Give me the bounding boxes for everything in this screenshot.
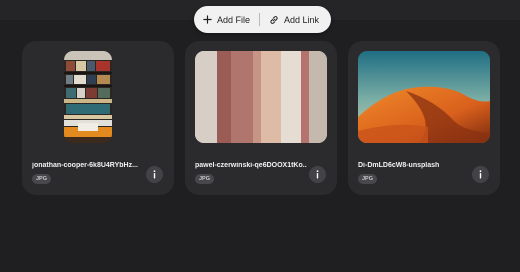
file-card-3[interactable]: Di-DmLD6cW8-unsplash JPG — [348, 41, 500, 195]
link-icon — [269, 15, 279, 25]
add-link-label: Add Link — [284, 14, 320, 25]
plus-icon — [203, 15, 212, 24]
info-button[interactable] — [472, 166, 489, 183]
info-icon — [315, 166, 320, 184]
file-type-badge: JPG — [32, 174, 52, 184]
add-file-button[interactable]: Add File — [203, 15, 250, 25]
add-toolbar: Add File Add Link — [194, 6, 331, 33]
file-name: jonathan-cooper-6k8U4RYbHz... — [32, 162, 138, 169]
file-name: pawel-czerwinski-qe6DOOX1tKo... — [195, 162, 307, 169]
info-button[interactable] — [309, 166, 326, 183]
file-card-2[interactable]: pawel-czerwinski-qe6DOOX1tKo... JPG — [185, 41, 337, 195]
file-type-badge: JPG — [358, 174, 378, 184]
file-type-badge: JPG — [195, 174, 215, 184]
toolbar-divider — [259, 13, 261, 26]
add-file-label: Add File — [217, 14, 251, 25]
file-card-1[interactable]: jonathan-cooper-6k8U4RYbHz... JPG — [22, 41, 174, 195]
info-icon — [152, 166, 157, 184]
file-name: Di-DmLD6cW8-unsplash — [358, 162, 440, 169]
info-button[interactable] — [146, 166, 163, 183]
file-thumbnail — [64, 51, 112, 143]
info-icon — [478, 166, 483, 184]
add-link-button[interactable]: Add Link — [269, 15, 319, 25]
file-thumbnail — [358, 51, 490, 143]
file-thumbnail — [195, 51, 327, 143]
